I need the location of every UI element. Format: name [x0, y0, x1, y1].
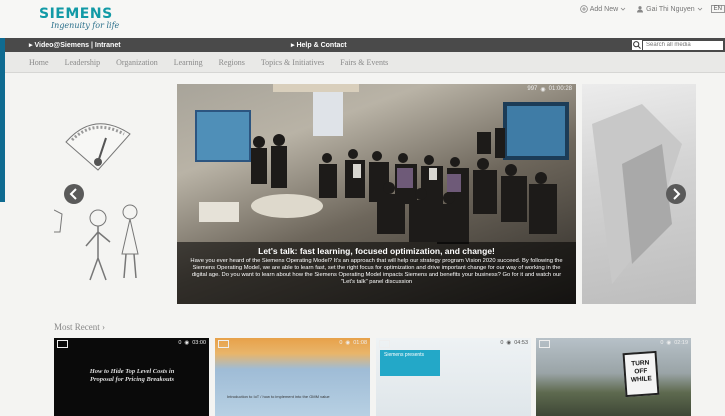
chevron-right-icon: › [102, 322, 105, 332]
video-thumbnail[interactable]: 0 ◉ 04:53 Siemens presents [376, 338, 531, 416]
eye-icon: ◉ [540, 87, 546, 93]
header: SIEMENS Ingenuity for life Add New Gai T… [0, 0, 725, 38]
thumb-duration: 01:08 [353, 340, 367, 346]
nav-item-organization[interactable]: Organization [116, 58, 158, 67]
logo-tagline: Ingenuity for life [51, 21, 120, 30]
search-icon[interactable] [632, 40, 642, 50]
thumb-meta: 0 ◉ 02:19 [660, 340, 688, 346]
video-badge-icon [218, 340, 229, 348]
slide-title[interactable]: Let's talk: fast learning, focused optim… [177, 246, 576, 256]
video-badge-icon [57, 340, 68, 348]
nav-item-leadership[interactable]: Leadership [65, 58, 101, 67]
video-thumbnail[interactable]: 0 ◉ 03:00 How to Hide Top Level Costs in… [54, 338, 209, 416]
user-menu[interactable]: Gai Thi Nguyen [636, 5, 703, 13]
chevron-down-icon [697, 7, 702, 11]
eye-icon: ◉ [345, 340, 351, 346]
video-thumbnail[interactable]: 0 ◉ 02:19 TURN OFF WHILE [536, 338, 691, 416]
main-nav: Home Leadership Organization Learning Re… [5, 52, 725, 73]
add-new-label: Add New [589, 5, 619, 13]
thumb-title-text: Siemens presents [384, 352, 425, 358]
search-input[interactable] [643, 40, 723, 50]
chevron-left-icon [69, 188, 77, 200]
thumb-views: 0 [339, 340, 343, 346]
chevron-down-icon [620, 7, 626, 11]
slide-views: 997 [527, 86, 538, 92]
user-icon [637, 6, 644, 13]
carousel-next-button[interactable] [666, 184, 686, 204]
slide-duration: 01:00:28 [548, 86, 572, 92]
user-name: Gai Thi Nguyen [646, 5, 695, 13]
nav-item-learning[interactable]: Learning [174, 58, 203, 67]
most-recent-label: Most Recent [54, 322, 100, 332]
most-recent-heading[interactable]: Most Recent › [54, 322, 105, 332]
most-recent-list: 0 ◉ 03:00 How to Hide Top Level Costs in… [54, 338, 694, 416]
thumb-duration: 03:00 [192, 340, 206, 346]
help-contact-link[interactable]: ▸ Help & Contact [291, 41, 347, 49]
slide-caption: Let's talk: fast learning, focused optim… [177, 242, 576, 304]
thumb-meta: 0 ◉ 03:00 [178, 340, 206, 346]
nav-item-regions[interactable]: Regions [219, 58, 245, 67]
eye-icon: ◉ [184, 340, 190, 346]
thumb-views: 0 [660, 340, 664, 346]
eye-icon: ◉ [666, 340, 672, 346]
thumb-views: 0 [500, 340, 504, 346]
thumb-duration: 04:53 [514, 340, 528, 346]
thumb-meta: 0 ◉ 01:08 [339, 340, 367, 346]
thumb-meta: 0 ◉ 04:53 [500, 340, 528, 346]
search-box [632, 40, 723, 50]
language-selector[interactable]: EN [710, 5, 725, 13]
featured-carousel: 997 ◉ 01:00:28 Let's talk: fast learning… [53, 82, 696, 304]
slide-description: Have you ever heard of the Siemens Opera… [190, 258, 563, 285]
video-intranet-link[interactable]: ▸ Video@Siemens | Intranet [29, 41, 121, 49]
eye-icon: ◉ [506, 340, 512, 346]
video-thumbnail[interactable]: 0 ◉ 01:08 Introduction to IoT / how to i… [215, 338, 370, 416]
add-new-menu[interactable]: Add New [579, 5, 626, 13]
thumb-views: 0 [178, 340, 182, 346]
nav-item-home[interactable]: Home [29, 58, 49, 67]
thumb-title-text: How to Hide Top Level Costs in Proposal … [89, 368, 175, 383]
thumb-duration: 02:19 [674, 340, 688, 346]
nav-item-topics-initiatives[interactable]: Topics & Initiatives [261, 58, 324, 67]
top-bar: ▸ Video@Siemens | Intranet ▸ Help & Cont… [5, 38, 725, 52]
user-tools: Add New Gai Thi Nguyen EN [570, 3, 725, 15]
help-contact-label: Help & Contact [296, 42, 347, 49]
siemens-logo[interactable]: SIEMENS Ingenuity for life [39, 6, 119, 30]
video-badge-icon [379, 340, 390, 348]
nav-item-fairs-events[interactable]: Fairs & Events [340, 58, 388, 67]
plus-circle-icon [579, 5, 588, 13]
chevron-right-icon [673, 188, 681, 200]
thumb-title-text: TURN OFF WHILE [622, 350, 660, 398]
main-slide[interactable]: 997 ◉ 01:00:28 Let's talk: fast learning… [177, 84, 576, 304]
thumb-title-text: Introduction to IoT / how to implement i… [227, 394, 330, 399]
carousel-prev-button[interactable] [64, 184, 84, 204]
video-intranet-label: Video@Siemens | Intranet [34, 42, 121, 49]
logo-wordmark: SIEMENS [39, 6, 113, 22]
slide-meta: 997 ◉ 01:00:28 [527, 86, 572, 93]
video-badge-icon [539, 340, 550, 348]
